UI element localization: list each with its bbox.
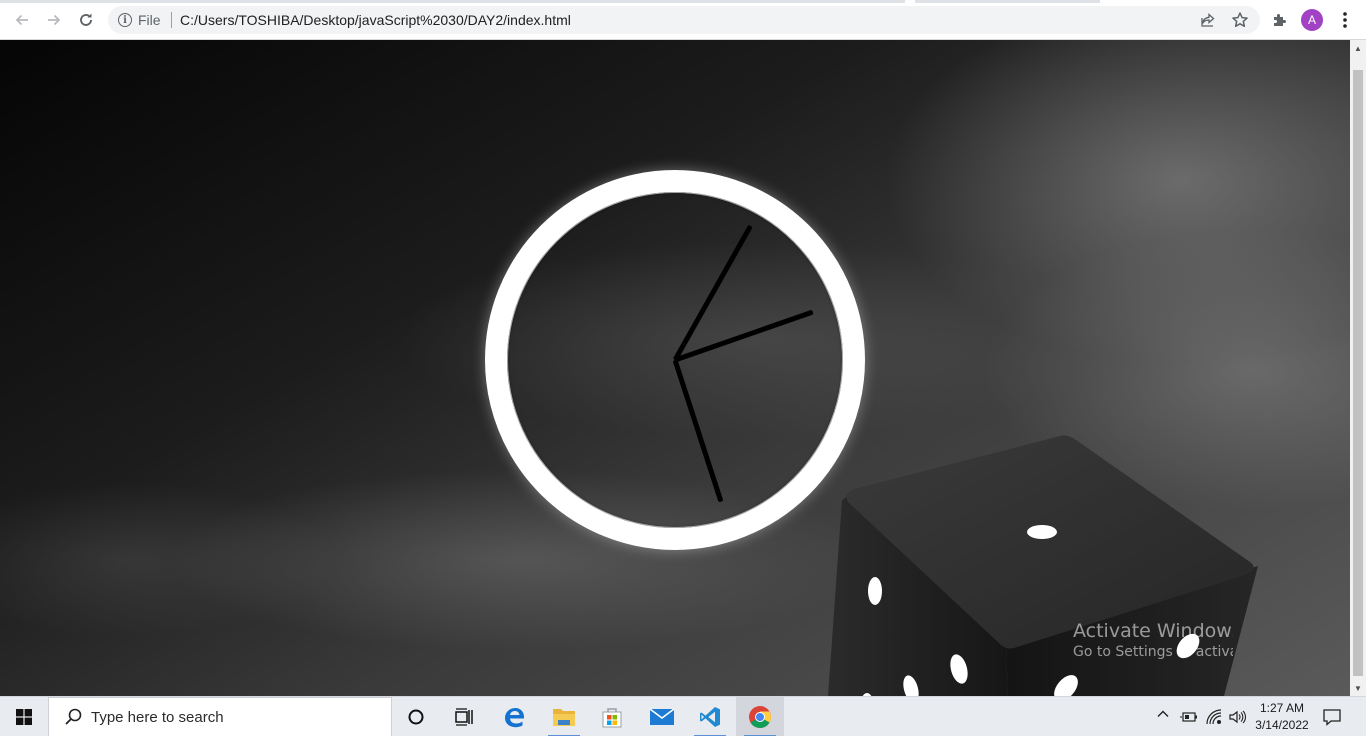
file-explorer-taskbar-button[interactable] <box>540 697 588 736</box>
chrome-taskbar-button[interactable] <box>736 697 784 736</box>
vertical-scrollbar[interactable]: ▲ ▼ <box>1350 40 1366 696</box>
site-info-label: File <box>138 12 161 28</box>
back-button[interactable] <box>8 6 36 34</box>
battery-icon[interactable] <box>1180 708 1198 726</box>
reload-button[interactable] <box>72 6 100 34</box>
dice-pip <box>1027 525 1057 539</box>
taskbar-date: 3/14/2022 <box>1255 718 1309 732</box>
minute-hand <box>672 224 753 362</box>
taskbar-search-box[interactable]: Type here to search <box>48 697 392 736</box>
share-icon <box>1201 13 1215 27</box>
url-text[interactable]: C:/Users/TOSHIBA/Desktop/javaScript%2030… <box>180 6 571 34</box>
start-button[interactable] <box>0 697 48 736</box>
scroll-down-arrow-icon[interactable]: ▼ <box>1350 680 1366 696</box>
folder-icon <box>553 709 575 726</box>
arrow-right-icon <box>48 14 61 26</box>
puzzle-icon <box>1274 14 1286 26</box>
chrome-icon <box>749 706 771 728</box>
store-bag-icon <box>602 708 622 728</box>
volume-icon[interactable] <box>1228 708 1246 726</box>
show-hidden-icons-chevron-icon[interactable] <box>1156 707 1170 724</box>
notification-center-icon[interactable] <box>1322 707 1342 727</box>
dice-pip <box>868 577 882 605</box>
search-icon <box>65 708 82 725</box>
info-icon: i <box>118 13 132 27</box>
vscode-taskbar-button[interactable] <box>686 697 734 736</box>
cortana-circle-icon <box>408 709 424 725</box>
profile-avatar[interactable]: A <box>1301 9 1323 31</box>
second-hand <box>672 359 724 503</box>
edge-icon <box>505 708 524 728</box>
taskbar-time: 1:27 AM <box>1259 701 1305 715</box>
windows-taskbar: Type here to search 1:27 AM 3/14/2022 <box>0 696 1366 736</box>
site-info-button[interactable]: i File <box>118 6 161 34</box>
scroll-up-arrow-icon[interactable]: ▲ <box>1350 40 1366 56</box>
share-button[interactable] <box>1194 6 1222 34</box>
wifi-icon[interactable] <box>1205 708 1223 726</box>
edge-taskbar-button[interactable] <box>490 697 538 736</box>
browser-toolbar: i File C:/Users/TOSHIBA/Desktop/javaScri… <box>0 0 1366 40</box>
extensions-button[interactable] <box>1266 6 1294 34</box>
search-placeholder: Type here to search <box>91 708 224 726</box>
omnibox-divider <box>171 12 172 28</box>
page-viewport <box>0 40 1350 696</box>
arrow-left-icon <box>15 14 28 26</box>
kebab-menu-icon <box>1343 12 1347 28</box>
address-bar[interactable]: i File C:/Users/TOSHIBA/Desktop/javaScri… <box>108 6 1260 34</box>
task-view-icon <box>455 708 473 726</box>
star-icon <box>1232 12 1248 28</box>
task-view-button[interactable] <box>440 697 488 736</box>
taskbar-clock[interactable]: 1:27 AM 3/14/2022 <box>1250 700 1314 734</box>
cortana-button[interactable] <box>392 697 440 736</box>
reload-icon <box>80 13 92 26</box>
forward-button[interactable] <box>40 6 68 34</box>
vscode-icon <box>700 707 720 727</box>
mail-taskbar-button[interactable] <box>638 697 686 736</box>
clock-face <box>485 170 865 550</box>
hour-hand <box>674 309 814 363</box>
windows-logo-icon <box>16 709 32 725</box>
scrollbar-thumb[interactable] <box>1353 70 1363 676</box>
bookmark-button[interactable] <box>1226 6 1254 34</box>
microsoft-store-taskbar-button[interactable] <box>588 697 636 736</box>
mail-envelope-icon <box>649 708 675 725</box>
browser-menu-button[interactable] <box>1331 6 1359 34</box>
dice-image <box>828 435 1258 696</box>
